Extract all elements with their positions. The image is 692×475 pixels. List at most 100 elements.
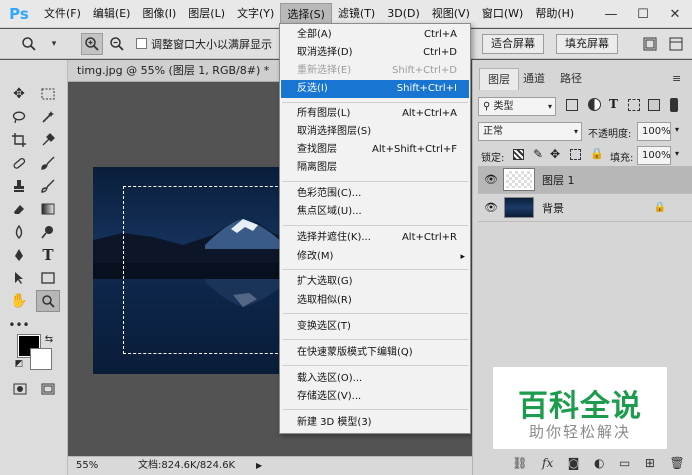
fit-screen-button[interactable]: 适合屏幕 xyxy=(482,34,544,54)
screen-mode-icon[interactable] xyxy=(639,33,661,55)
menu-filter[interactable]: 滤镜(T) xyxy=(332,3,381,25)
menu-edit[interactable]: 编辑(E) xyxy=(87,3,137,25)
filter-type-icon[interactable]: T xyxy=(609,97,618,111)
menu-layer[interactable]: 图层(L) xyxy=(182,3,231,25)
opacity-input[interactable]: 100% xyxy=(637,122,671,141)
lock-position-icon[interactable]: ✥ xyxy=(550,147,560,161)
layer-row-background[interactable]: 👁 背景 🔒 xyxy=(478,194,692,222)
menu-deselect-layers[interactable]: 取消选择图层(S) xyxy=(281,123,469,141)
workspace-icon[interactable] xyxy=(665,33,687,55)
fill-dropdown-icon[interactable]: ▾ xyxy=(675,149,679,158)
filter-toggle-icon[interactable] xyxy=(670,98,678,112)
hand-tool-icon[interactable]: ✋ xyxy=(7,290,31,312)
zoom-out-icon[interactable] xyxy=(106,33,128,55)
type-tool-icon[interactable]: T xyxy=(36,244,60,266)
menu-isolate-layers[interactable]: 隔离图层 xyxy=(281,159,469,177)
pen-tool-icon[interactable] xyxy=(7,244,31,266)
lock-transparent-icon[interactable] xyxy=(513,149,524,160)
rectangle-tool-icon[interactable] xyxy=(36,267,60,289)
menu-find-layers[interactable]: 查找图层 Alt+Shift+Ctrl+F xyxy=(281,141,469,159)
clone-stamp-tool-icon[interactable] xyxy=(7,175,31,197)
menu-load-selection[interactable]: 载入选区(O)... xyxy=(281,370,469,388)
menu-select-and-mask[interactable]: 选择并遮住(K)... Alt+Ctrl+R xyxy=(281,229,469,247)
new-group-icon[interactable]: ▭ xyxy=(619,456,630,470)
layer-filter-select[interactable]: ⚲ 类型 ▾ xyxy=(478,97,556,116)
lock-artboard-icon[interactable] xyxy=(570,149,581,160)
menu-help[interactable]: 帮助(H) xyxy=(529,3,580,25)
add-mask-icon[interactable]: ◙ xyxy=(568,456,580,470)
crop-tool-icon[interactable] xyxy=(7,129,31,151)
healing-brush-tool-icon[interactable] xyxy=(7,152,31,174)
history-brush-tool-icon[interactable] xyxy=(36,175,60,197)
menu-file[interactable]: 文件(F) xyxy=(38,3,87,25)
gradient-tool-icon[interactable] xyxy=(36,198,60,220)
document-tab[interactable]: timg.jpg @ 55% (图层 1, RGB/8#) * xyxy=(68,60,280,82)
fill-input[interactable]: 100% xyxy=(637,146,671,165)
link-layers-icon[interactable]: ⛓ xyxy=(512,456,527,470)
menu-transform-selection[interactable]: 变换选区(T) xyxy=(281,318,469,336)
adjustment-layer-icon[interactable]: ◐ xyxy=(594,456,604,470)
menu-quick-mask[interactable]: 在快速蒙版模式下编辑(Q) xyxy=(281,344,469,362)
fill-screen-button[interactable]: 填充屏幕 xyxy=(556,34,618,54)
close-button[interactable]: ✕ xyxy=(660,0,690,28)
menu-all-layers[interactable]: 所有图层(L) Alt+Ctrl+A xyxy=(281,105,469,123)
menu-grow[interactable]: 扩大选取(G) xyxy=(281,273,469,291)
menu-similar[interactable]: 选取相似(R) xyxy=(281,292,469,310)
new-layer-icon[interactable]: ⊞ xyxy=(645,456,655,470)
opacity-dropdown-icon[interactable]: ▾ xyxy=(675,125,679,134)
move-tool-icon[interactable]: ✥ xyxy=(7,83,31,105)
zoom-tool-icon[interactable] xyxy=(36,290,60,312)
lasso-tool-icon[interactable] xyxy=(7,106,31,128)
lock-image-icon[interactable]: ✎ xyxy=(533,147,543,161)
menu-3d[interactable]: 3D(D) xyxy=(381,3,426,25)
panel-menu-icon[interactable]: ≡ xyxy=(672,72,681,85)
quick-mask-icon[interactable] xyxy=(8,378,32,400)
layer-style-icon[interactable]: fx xyxy=(542,456,553,470)
magic-wand-tool-icon[interactable] xyxy=(36,106,60,128)
path-selection-tool-icon[interactable] xyxy=(7,267,31,289)
more-tools-icon[interactable]: ••• xyxy=(7,314,31,336)
layer-name[interactable]: 背景 xyxy=(542,200,564,216)
lock-all-icon[interactable]: 🔒 xyxy=(590,147,604,160)
brush-tool-icon[interactable] xyxy=(36,152,60,174)
background-color-swatch[interactable] xyxy=(30,348,52,370)
menu-deselect[interactable]: 取消选择(D) Ctrl+D xyxy=(281,44,469,62)
menu-image[interactable]: 图像(I) xyxy=(136,3,182,25)
layer-name[interactable]: 图层 1 xyxy=(542,172,575,188)
menu-select-all[interactable]: 全部(A) Ctrl+A xyxy=(281,26,469,44)
status-menu-arrow-icon[interactable]: ▶ xyxy=(256,457,262,475)
menu-focus-area[interactable]: 焦点区域(U)... xyxy=(281,203,469,221)
eye-icon[interactable]: 👁 xyxy=(484,201,498,214)
blur-tool-icon[interactable] xyxy=(7,221,31,243)
eyedropper-tool-icon[interactable] xyxy=(36,129,60,151)
resize-window-checkbox[interactable] xyxy=(136,38,147,49)
filter-adjustment-icon[interactable] xyxy=(588,98,601,111)
menu-save-selection[interactable]: 存储选区(V)... xyxy=(281,388,469,406)
zoom-level[interactable]: 55% xyxy=(76,457,98,475)
default-colors-icon[interactable]: ◩ xyxy=(12,357,26,371)
chevron-down-icon[interactable]: ▾ xyxy=(43,33,65,55)
menu-type[interactable]: 文字(Y) xyxy=(231,3,280,25)
layer-row-layer1[interactable]: 👁 图层 1 xyxy=(478,166,692,194)
tab-layers[interactable]: 图层 xyxy=(479,68,519,90)
tab-paths[interactable]: 路径 xyxy=(552,68,590,90)
zoom-in-icon[interactable] xyxy=(81,32,103,55)
maximize-button[interactable]: ☐ xyxy=(628,0,658,28)
dodge-tool-icon[interactable] xyxy=(36,221,60,243)
marquee-tool-icon[interactable] xyxy=(36,83,60,105)
tab-channels[interactable]: 通道 xyxy=(515,68,553,90)
filter-shape-icon[interactable] xyxy=(628,99,640,111)
menu-new-3d-extrusion[interactable]: 新建 3D 模型(3) xyxy=(281,414,469,432)
screen-mode-tool-icon[interactable] xyxy=(36,378,60,400)
filter-pixel-icon[interactable] xyxy=(566,99,578,111)
menu-select[interactable]: 选择(S) xyxy=(280,2,332,25)
menu-modify[interactable]: 修改(M) ▸ xyxy=(281,248,469,266)
swap-colors-icon[interactable]: ⇆ xyxy=(42,332,56,346)
zoom-tool-preset-icon[interactable] xyxy=(18,33,40,55)
menu-window[interactable]: 窗口(W) xyxy=(476,3,529,25)
filter-smart-object-icon[interactable] xyxy=(648,99,660,111)
eraser-tool-icon[interactable] xyxy=(7,198,31,220)
trash-icon[interactable]: 🗑 xyxy=(669,456,684,470)
menu-inverse[interactable]: 反选(I) Shift+Ctrl+I xyxy=(281,80,469,98)
menu-color-range[interactable]: 色彩范围(C)... xyxy=(281,185,469,203)
